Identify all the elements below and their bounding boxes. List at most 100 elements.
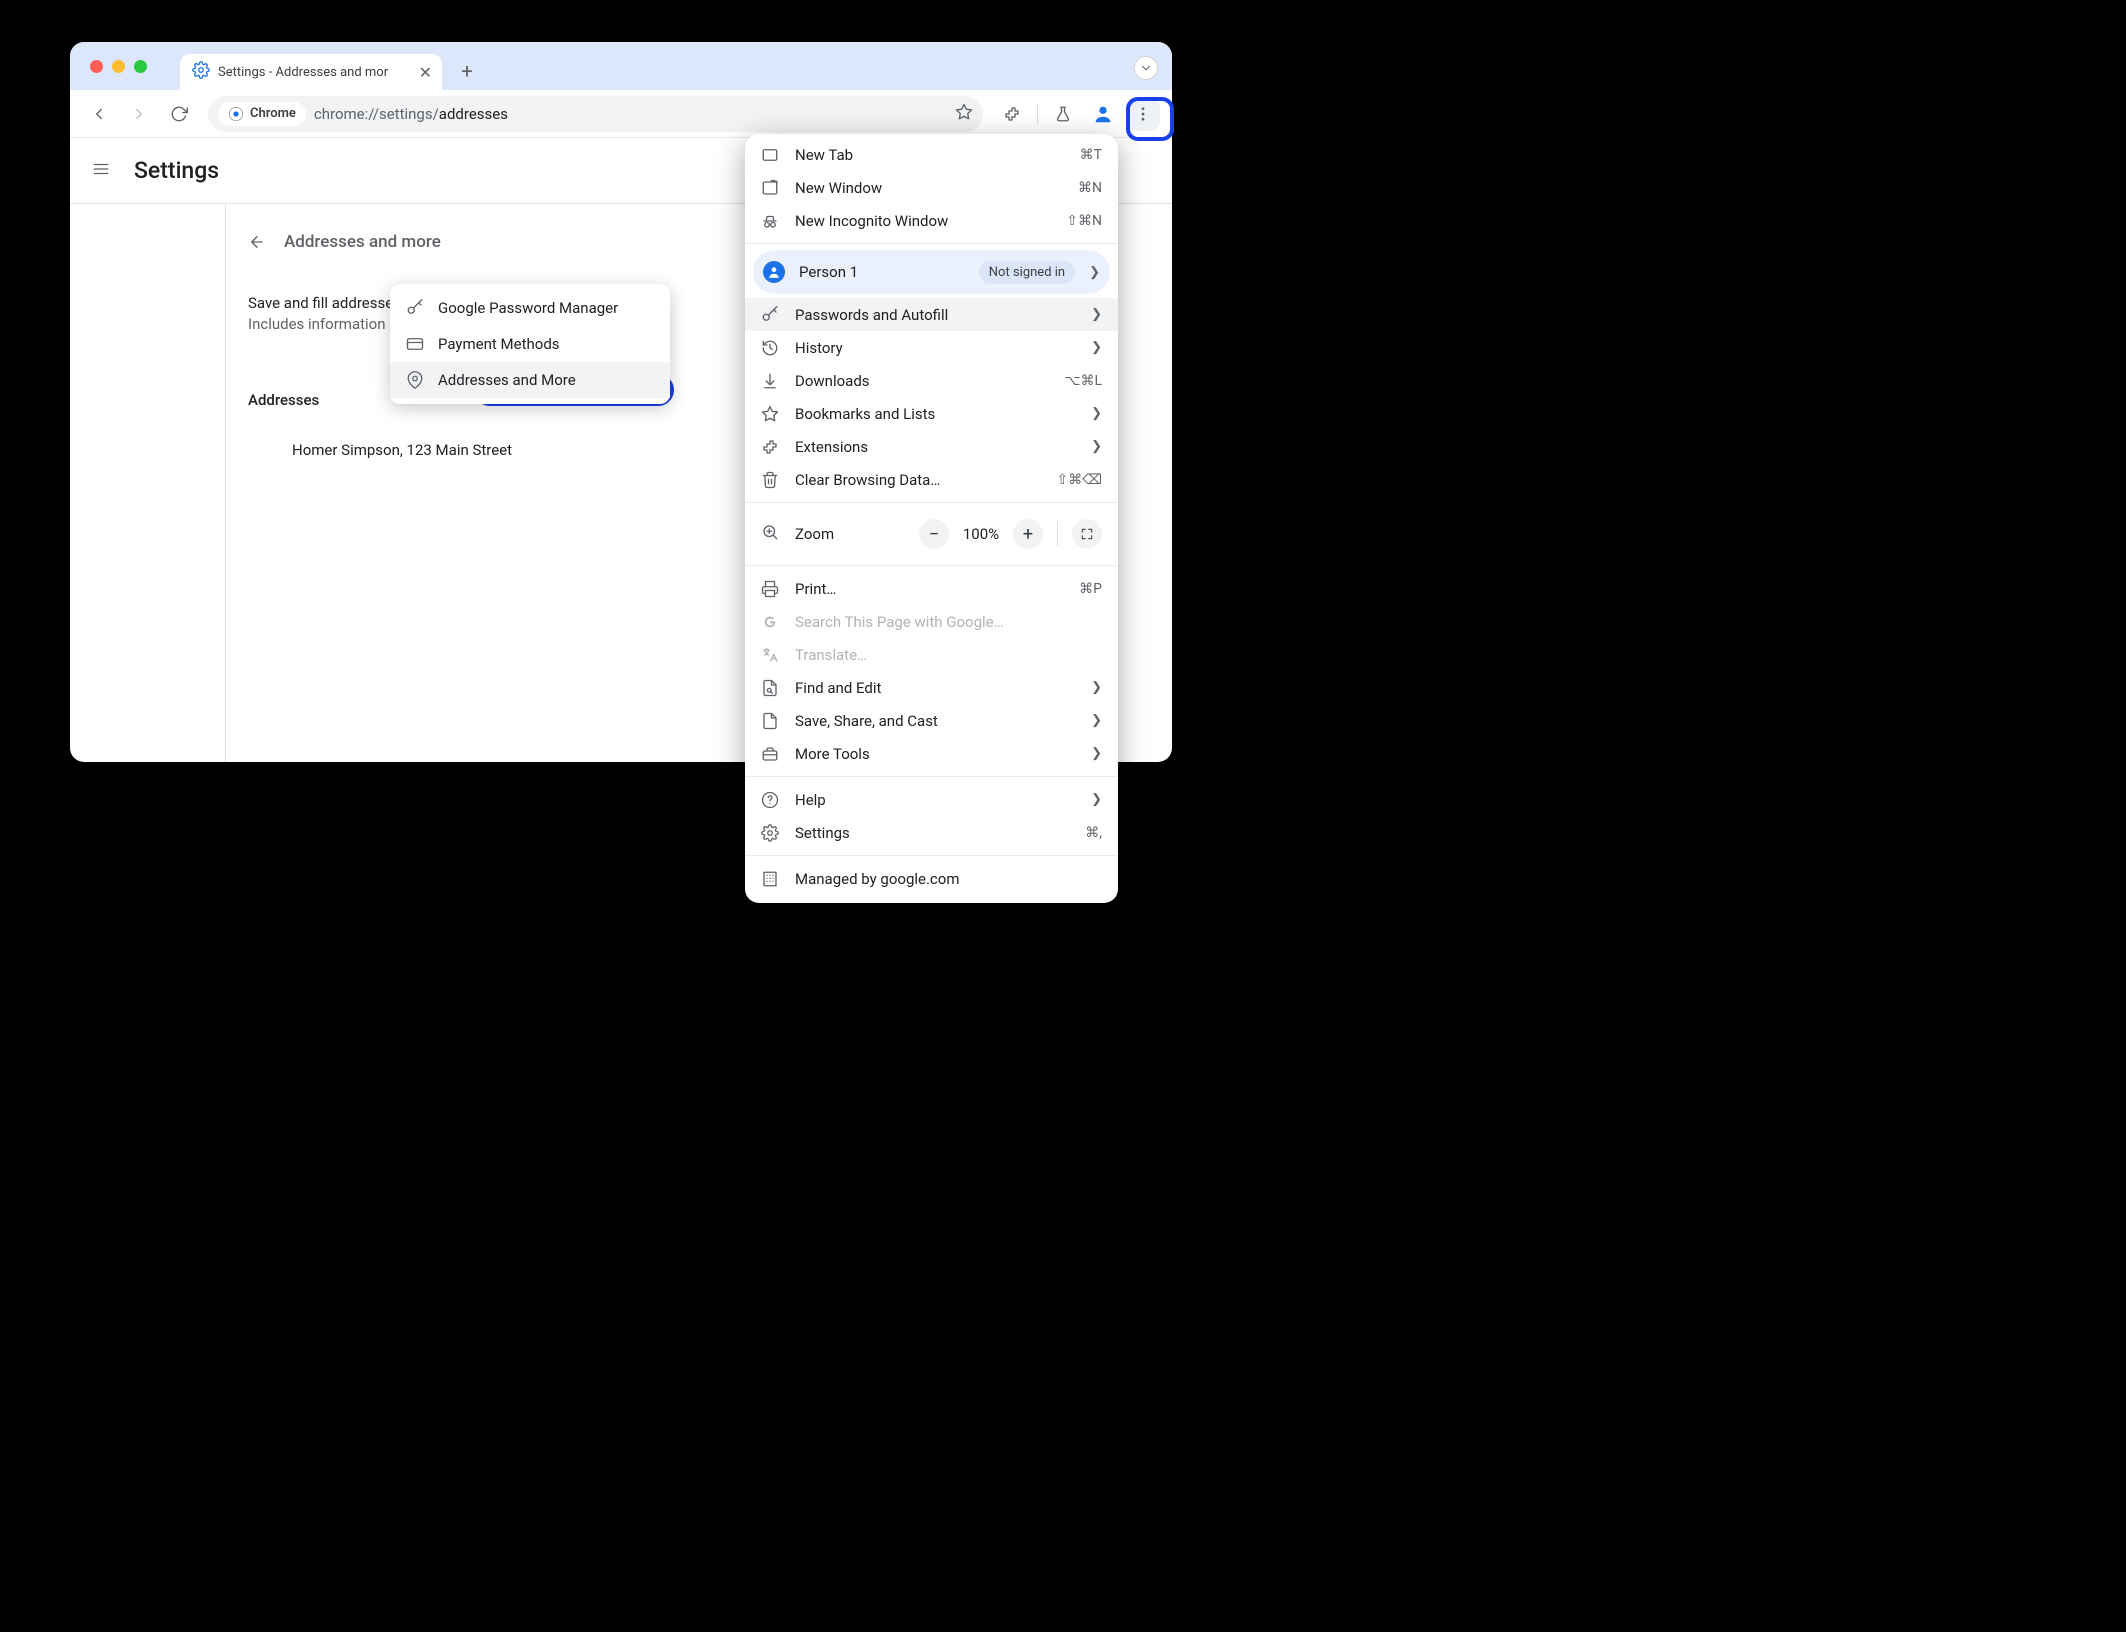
file-icon [761, 712, 779, 730]
chevron-right-icon: ❯ [1091, 439, 1102, 454]
star-icon [761, 405, 779, 423]
chrome-main-menu: New Tab ⌘T New Window ⌘N New Incognito W… [745, 134, 1118, 903]
chevron-right-icon: ❯ [1091, 406, 1102, 421]
menu-zoom: Zoom − 100% + [745, 509, 1118, 559]
menu-search-page: Search This Page with Google… [745, 605, 1118, 638]
submenu-label: Payment Methods [438, 335, 560, 353]
menu-history[interactable]: History ❯ [745, 331, 1118, 364]
chrome-menu-button[interactable] [1126, 97, 1160, 131]
window-icon [761, 179, 779, 197]
menu-passwords-autofill[interactable]: Passwords and Autofill ❯ [745, 298, 1118, 331]
menu-new-tab[interactable]: New Tab ⌘T [745, 138, 1118, 171]
menu-profile[interactable]: Person 1 Not signed in ❯ [753, 250, 1110, 294]
toolbar-divider [1037, 104, 1038, 124]
chevron-right-icon: ❯ [1091, 746, 1102, 761]
maximize-window-button[interactable] [134, 60, 147, 73]
zoom-value: 100% [957, 525, 1005, 543]
download-icon [761, 372, 779, 390]
help-icon [761, 791, 779, 809]
breadcrumb-label: Addresses and more [284, 232, 441, 252]
menu-separator [745, 565, 1118, 566]
browser-tab[interactable]: Settings - Addresses and mor ✕ [180, 54, 442, 90]
labs-button[interactable] [1046, 97, 1080, 131]
key-icon [406, 299, 424, 317]
zoom-out-button[interactable]: − [919, 519, 949, 549]
reload-button[interactable] [162, 97, 196, 131]
history-icon [761, 339, 779, 357]
submenu-label: Google Password Manager [438, 299, 618, 317]
autofill-submenu: Google Password Manager Payment Methods … [390, 284, 670, 404]
menu-bookmarks[interactable]: Bookmarks and Lists ❯ [745, 397, 1118, 430]
menu-translate: Translate… [745, 638, 1118, 671]
menu-settings[interactable]: Settings ⌘, [745, 816, 1118, 849]
menu-find-edit[interactable]: Find and Edit ❯ [745, 671, 1118, 704]
avatar-icon [763, 261, 785, 283]
arrow-left-icon [248, 233, 266, 251]
menu-save-share-cast[interactable]: Save, Share, and Cast ❯ [745, 704, 1118, 737]
toolbar: Chrome chrome://settings/addresses [70, 90, 1172, 138]
tab-strip: Settings - Addresses and mor ✕ + [70, 42, 1172, 90]
extensions-button[interactable] [995, 97, 1029, 131]
chevron-right-icon: ❯ [1091, 792, 1102, 807]
bookmark-star-icon[interactable] [955, 103, 973, 125]
menu-separator [745, 855, 1118, 856]
gear-icon [192, 61, 210, 83]
menu-downloads[interactable]: Downloads ⌥⌘L [745, 364, 1118, 397]
status-badge: Not signed in [979, 261, 1075, 284]
tab-search-button[interactable] [1134, 56, 1158, 80]
page-title: Settings [134, 157, 219, 184]
menu-separator [745, 502, 1118, 503]
close-tab-icon[interactable]: ✕ [419, 63, 432, 82]
extension-icon [761, 438, 779, 456]
menu-icon[interactable] [92, 160, 114, 182]
url-text: chrome://settings/addresses [314, 105, 947, 123]
profile-button[interactable] [1086, 97, 1120, 131]
translate-icon [761, 646, 779, 664]
submenu-item-password-manager[interactable]: Google Password Manager [390, 290, 670, 326]
key-icon [761, 306, 779, 324]
fullscreen-button[interactable] [1072, 519, 1102, 549]
tab-icon [761, 146, 779, 164]
chip-label: Chrome [250, 106, 296, 121]
zoom-in-button[interactable]: + [1013, 519, 1043, 549]
google-icon [761, 614, 779, 630]
chevron-right-icon: ❯ [1091, 680, 1102, 695]
menu-extensions[interactable]: Extensions ❯ [745, 430, 1118, 463]
incognito-icon [761, 212, 779, 230]
gear-icon [761, 824, 779, 842]
toolbox-icon [761, 745, 779, 763]
submenu-item-addresses[interactable]: Addresses and More [390, 362, 670, 398]
minimize-window-button[interactable] [112, 60, 125, 73]
submenu-label: Addresses and More [438, 371, 576, 389]
chevron-right-icon: ❯ [1091, 713, 1102, 728]
trash-icon [761, 471, 779, 489]
document-search-icon [761, 679, 779, 697]
print-icon [761, 580, 779, 598]
menu-clear-data[interactable]: Clear Browsing Data… ⇧⌘⌫ [745, 463, 1118, 496]
tab-title: Settings - Addresses and mor [218, 65, 411, 80]
window-controls [90, 60, 147, 73]
close-window-button[interactable] [90, 60, 103, 73]
menu-more-tools[interactable]: More Tools ❯ [745, 737, 1118, 770]
menu-new-window[interactable]: New Window ⌘N [745, 171, 1118, 204]
menu-print[interactable]: Print… ⌘P [745, 572, 1118, 605]
address-bar[interactable]: Chrome chrome://settings/addresses [208, 96, 983, 132]
menu-incognito[interactable]: New Incognito Window ⇧⌘N [745, 204, 1118, 237]
menu-help[interactable]: Help ❯ [745, 783, 1118, 816]
divider [1057, 522, 1058, 546]
menu-managed[interactable]: Managed by google.com [745, 862, 1118, 895]
zoom-icon [761, 523, 779, 545]
site-chip[interactable]: Chrome [218, 102, 306, 126]
new-tab-button[interactable]: + [452, 56, 482, 86]
back-button[interactable] [82, 97, 116, 131]
location-icon [406, 371, 424, 389]
card-icon [406, 335, 424, 353]
menu-separator [745, 776, 1118, 777]
submenu-item-payment-methods[interactable]: Payment Methods [390, 326, 670, 362]
sidebar-placeholder [70, 204, 226, 762]
chevron-right-icon: ❯ [1091, 340, 1102, 355]
menu-separator [745, 243, 1118, 244]
chevron-right-icon: ❯ [1091, 307, 1102, 322]
chevron-right-icon: ❯ [1089, 265, 1100, 280]
forward-button[interactable] [122, 97, 156, 131]
